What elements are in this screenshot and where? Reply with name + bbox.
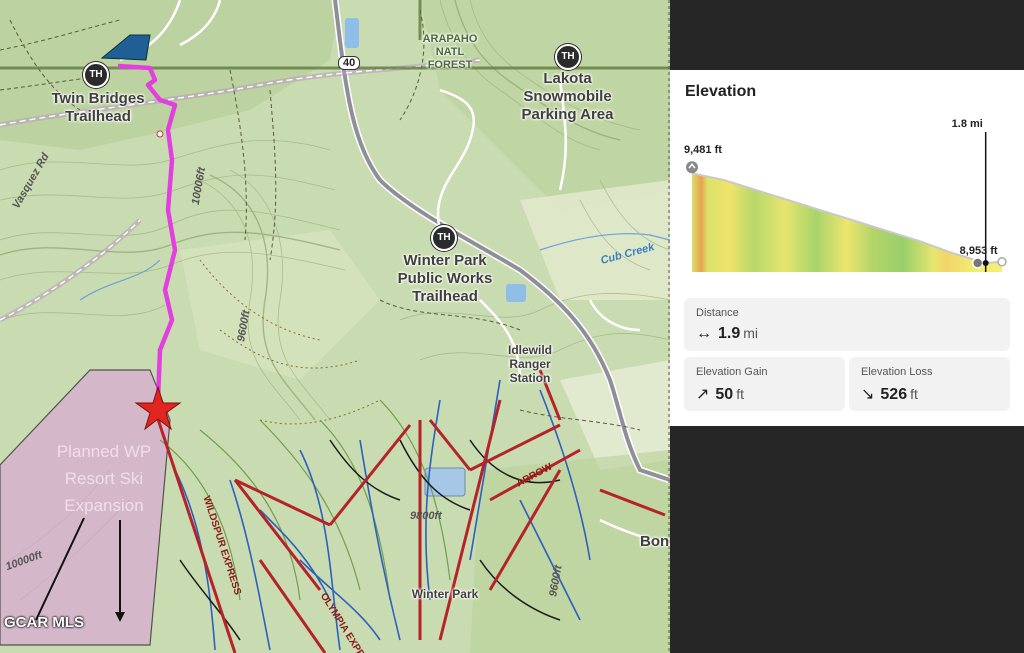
arrow-up-right-icon: ↗ xyxy=(696,386,710,403)
elevation-loss-stat: Elevation Loss ↘ 526 ft xyxy=(849,357,1010,411)
distance-number: 1.9 xyxy=(718,325,741,342)
elevation-gain-label: Elevation Gain xyxy=(696,366,768,378)
elevation-title: Elevation xyxy=(685,83,757,100)
marker-dot xyxy=(982,259,989,266)
label-public-works-trailhead: Winter Park Public Works Trailhead xyxy=(397,252,493,305)
elevation-gain-value: ↗ 50 ft xyxy=(696,384,744,404)
elevation-loss-number: 526 xyxy=(880,386,908,403)
end-cap xyxy=(997,257,1007,267)
distance-value: ↔ 1.9 mi xyxy=(696,325,758,343)
topographic-map[interactable]: TH TH TH Twin Bridges Trailhead ARAPAHO … xyxy=(0,0,670,653)
start-elevation-label: 9,481 ft xyxy=(684,144,722,156)
elevation-gain-stat: Elevation Gain ↗ 50 ft xyxy=(684,357,845,411)
marker-distance-label: 1.8 mi xyxy=(952,118,983,130)
highway-40-shield: 40 xyxy=(338,56,361,70)
distance-stat: Distance ↔ 1.9 mi xyxy=(684,298,1010,351)
elevation-gain-number: 50 xyxy=(715,386,734,403)
label-winter-park: Winter Park xyxy=(411,587,479,601)
label-twin-bridges-trailhead: Twin Bridges Trailhead xyxy=(51,90,145,125)
elevation-chart[interactable]: 9,481 ft 1.8 mi 8,953 ft xyxy=(670,110,1024,330)
distance-label: Distance xyxy=(696,307,739,319)
elevation-panel: Elevation 9,481 ft 1.8 mi 8,953 ft Dista… xyxy=(670,70,1024,426)
end-point-icon xyxy=(971,257,984,269)
trailhead-icon[interactable]: TH xyxy=(555,44,581,70)
label-lakota-parking: Lakota Snowmobile Parking Area xyxy=(521,70,614,123)
label-idlewild-ranger-station: Idlewild Ranger Station xyxy=(507,343,552,385)
end-elevation-label: 8,953 ft xyxy=(960,245,998,257)
distance-unit: mi xyxy=(743,325,759,341)
trailhead-icon[interactable]: TH xyxy=(431,225,457,251)
elevation-loss-unit: ft xyxy=(910,386,918,402)
elevation-area xyxy=(692,173,1002,272)
label-bon: Bon xyxy=(640,533,670,550)
mls-watermark: GCAR MLS xyxy=(4,614,84,631)
trailhead-icon[interactable]: TH xyxy=(83,62,109,88)
elevation-loss-label: Elevation Loss xyxy=(861,366,933,378)
planned-expansion-label: Planned WP Resort Ski Expansion xyxy=(56,442,152,515)
elevation-loss-value: ↘ 526 ft xyxy=(861,384,918,404)
horizontal-arrow-icon: ↔ xyxy=(696,325,712,342)
label-arapaho-forest: ARAPAHO NATL FOREST xyxy=(422,33,478,71)
arrow-down-right-icon: ↘ xyxy=(861,386,875,403)
elevation-gain-unit: ft xyxy=(736,386,744,402)
label-contour-9800: 9800ft xyxy=(410,510,442,522)
